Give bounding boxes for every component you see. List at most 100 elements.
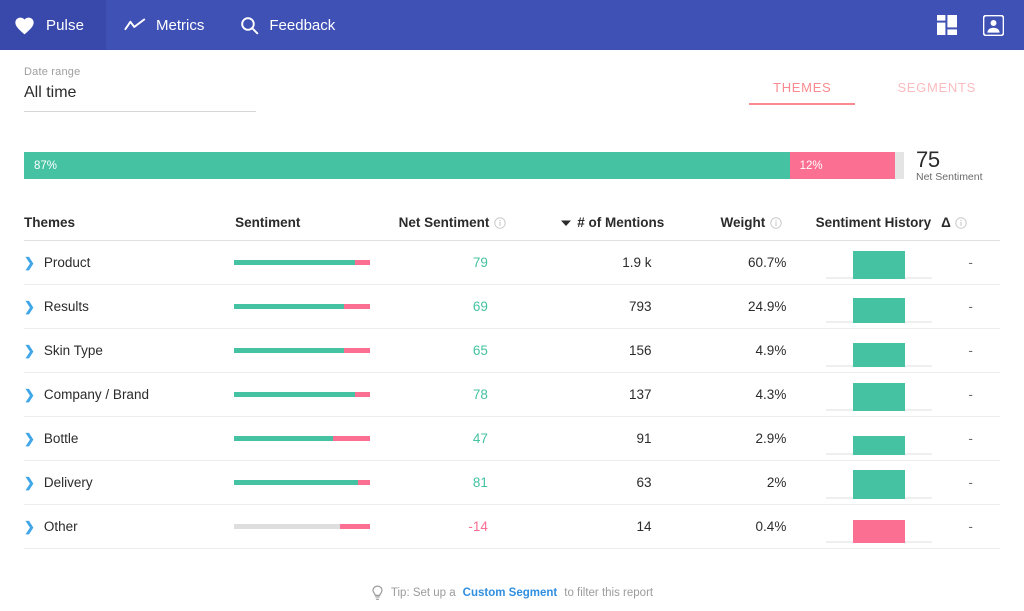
chevron-right-icon[interactable]: ❯ — [24, 388, 35, 401]
theme-cell: ❯ Skin Type — [24, 343, 234, 358]
theme-label: Skin Type — [44, 343, 103, 358]
sentiment-history-cell — [816, 375, 941, 415]
mentions-cell: 1.9 k — [540, 254, 694, 272]
weight-cell: 4.9% — [694, 342, 817, 360]
brand-home-link[interactable]: Pulse — [0, 0, 106, 50]
table-row[interactable]: ❯Bottle47912.9%- — [24, 417, 1000, 461]
theme-label: Product — [44, 255, 91, 270]
dashboard-button[interactable] — [932, 10, 962, 40]
themes-table: Themes Sentiment Net Sentiment # of Ment… — [24, 205, 1000, 549]
mentions-value: 156 — [629, 343, 652, 358]
weight-value: 4.9% — [756, 343, 787, 358]
nav-item-metrics-label: Metrics — [156, 17, 204, 34]
table-header-row: Themes Sentiment Net Sentiment # of Ment… — [24, 205, 1000, 241]
sentiment-cell — [234, 392, 397, 397]
column-header-sentiment-history[interactable]: Sentiment History — [816, 215, 942, 230]
sentiment-cell — [234, 260, 397, 265]
overall-sentiment-summary: 87% 12% 75 Net Sentiment — [24, 148, 1000, 183]
column-header-net-sentiment[interactable]: Net Sentiment — [399, 215, 540, 230]
chevron-right-icon[interactable]: ❯ — [24, 256, 35, 269]
nav-item-metrics[interactable]: Metrics — [106, 0, 222, 50]
column-header-themes[interactable]: Themes — [24, 215, 235, 230]
line-chart-icon — [124, 17, 146, 33]
chevron-right-icon[interactable]: ❯ — [24, 300, 35, 313]
table-row[interactable]: ❯Company / Brand781374.3%- — [24, 373, 1000, 417]
info-icon[interactable] — [955, 217, 967, 229]
sentiment-history-chart — [826, 463, 932, 503]
weight-cell: 4.3% — [694, 386, 817, 404]
weight-value: 0.4% — [756, 519, 787, 534]
sentiment-history-chart — [826, 419, 932, 459]
mentions-cell: 91 — [540, 430, 694, 448]
sentiment-history-chart — [826, 331, 932, 371]
brand-label: Pulse — [46, 17, 84, 34]
column-header-mentions-label: # of Mentions — [577, 215, 664, 230]
net-sentiment-value: 75 — [916, 148, 1000, 171]
column-header-themes-label: Themes — [24, 215, 75, 230]
net-sentiment-cell: 81 — [397, 474, 540, 492]
info-icon[interactable] — [494, 217, 506, 229]
date-range-value[interactable]: All time — [24, 84, 256, 112]
nav-item-feedback[interactable]: Feedback — [222, 0, 353, 50]
top-navigation-bar: Pulse Metrics Feedback — [0, 0, 1024, 50]
sentiment-cell — [234, 436, 397, 441]
weight-cell: 2% — [694, 474, 817, 492]
nav-right-actions — [932, 0, 1024, 50]
table-row[interactable]: ❯Skin Type651564.9%- — [24, 329, 1000, 373]
table-row[interactable]: ❯Product791.9 k60.7%- — [24, 241, 1000, 285]
mentions-cell: 156 — [540, 342, 694, 360]
net-sentiment-cell: 47 — [397, 430, 540, 448]
chevron-right-icon[interactable]: ❯ — [24, 432, 35, 445]
delta-cell: - — [941, 386, 1000, 404]
sentiment-mini-bar — [234, 524, 370, 529]
delta-cell: - — [941, 298, 1000, 316]
tab-segments[interactable]: SEGMENTS — [873, 74, 1000, 105]
mentions-cell: 63 — [540, 474, 694, 492]
column-header-weight-label: Weight — [721, 215, 766, 230]
chevron-right-icon[interactable]: ❯ — [24, 344, 35, 357]
sentiment-history-cell — [816, 331, 941, 371]
info-icon[interactable] — [770, 217, 782, 229]
sentiment-mini-bar — [234, 392, 370, 397]
delta-cell: - — [941, 430, 1000, 448]
delta-cell: - — [941, 254, 1000, 272]
column-header-delta[interactable]: Δ — [941, 215, 1000, 230]
sentiment-history-cell — [816, 463, 941, 503]
theme-cell: ❯Other — [24, 519, 234, 534]
column-header-weight[interactable]: Weight — [693, 215, 816, 230]
sentiment-history-cell — [816, 507, 941, 547]
table-row[interactable]: ❯Delivery81632%- — [24, 461, 1000, 505]
net-sentiment-value: 78 — [473, 387, 488, 402]
sentiment-cell — [234, 480, 397, 485]
mentions-value: 793 — [629, 299, 652, 314]
theme-cell: ❯Results — [24, 299, 234, 314]
chevron-right-icon[interactable]: ❯ — [24, 476, 35, 489]
table-row[interactable]: ❯Results6979324.9%- — [24, 285, 1000, 329]
weight-cell: 2.9% — [694, 430, 817, 448]
net-sentiment-value: 65 — [473, 343, 488, 358]
sentiment-mini-bar — [234, 304, 370, 309]
delta-value: - — [968, 475, 973, 490]
delta-value: - — [968, 387, 973, 402]
sentiment-cell — [234, 348, 397, 353]
delta-cell: - — [941, 474, 1000, 492]
chevron-right-icon[interactable]: ❯ — [24, 520, 35, 533]
mentions-cell: 14 — [540, 518, 694, 536]
overall-negative-segment: 12% — [790, 152, 896, 179]
footer-tip-text-after: to filter this report — [564, 587, 653, 599]
sort-desc-triangle-icon[interactable] — [561, 219, 571, 227]
column-header-mentions[interactable]: # of Mentions — [539, 215, 692, 230]
table-row[interactable]: ❯Other-14140.4%- — [24, 505, 1000, 549]
account-button[interactable] — [978, 10, 1008, 40]
overall-positive-segment: 87% — [24, 152, 790, 179]
sentiment-history-cell — [816, 287, 941, 327]
weight-cell: 0.4% — [694, 518, 817, 536]
sentiment-history-cell — [816, 419, 941, 459]
weight-value: 60.7% — [748, 255, 786, 270]
mentions-value: 63 — [637, 475, 652, 490]
custom-segment-link[interactable]: Custom Segment — [463, 587, 558, 599]
date-range-field[interactable]: Date range All time — [24, 66, 256, 112]
tab-themes[interactable]: THEMES — [749, 74, 855, 105]
column-header-sentiment[interactable]: Sentiment — [235, 215, 399, 230]
net-sentiment-value: -14 — [468, 519, 488, 534]
